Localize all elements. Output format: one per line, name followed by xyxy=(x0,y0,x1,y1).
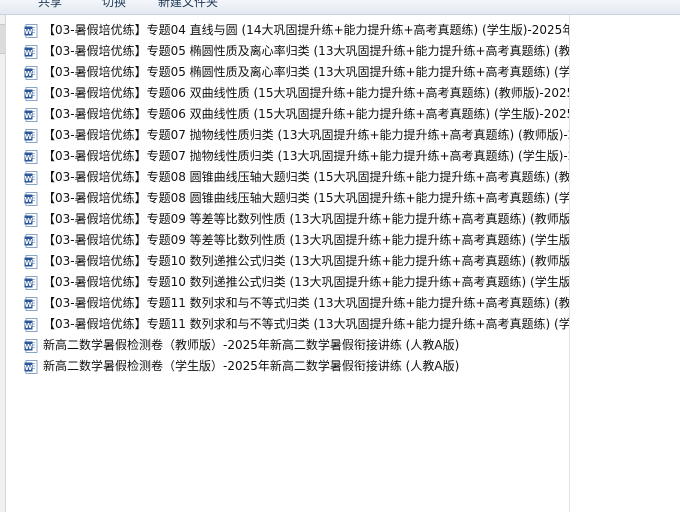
svg-text:W: W xyxy=(25,343,33,351)
svg-text:W: W xyxy=(25,280,33,288)
file-item[interactable]: W 【03-暑假培优练】专题06 双曲线性质 (15大巩固提升练+能力提升练+高… xyxy=(24,103,569,124)
word-document-icon: W xyxy=(24,338,38,353)
file-name: 【03-暑假培优练】专题10 数列递推公式归类 (13大巩固提升练+能力提升练+… xyxy=(43,254,569,268)
new-folder-tab[interactable]: 新建文件夹 xyxy=(158,0,218,10)
word-document-icon: W xyxy=(24,191,38,206)
file-item[interactable]: W 新高二数学暑假检测卷（学生版）-2025年新高二数学暑假衔接讲练 (人教A版… xyxy=(24,355,569,376)
word-document-icon: W xyxy=(24,170,38,185)
word-document-icon: W xyxy=(24,359,38,374)
svg-text:W: W xyxy=(25,196,33,204)
svg-text:W: W xyxy=(25,91,33,99)
file-item[interactable]: W 【03-暑假培优练】专题09 等差等比数列性质 (13大巩固提升练+能力提升… xyxy=(24,208,569,229)
file-item[interactable]: W 【03-暑假培优练】专题06 双曲线性质 (15大巩固提升练+能力提升练+高… xyxy=(24,82,569,103)
file-name: 【03-暑假培优练】专题07 抛物线性质归类 (13大巩固提升练+能力提升练+高… xyxy=(43,149,569,163)
file-name: 【03-暑假培优练】专题04 直线与圆 (14大巩固提升练+能力提升练+高考真题… xyxy=(43,23,569,37)
file-name: 【03-暑假培优练】专题07 抛物线性质归类 (13大巩固提升练+能力提升练+高… xyxy=(43,128,569,142)
file-item[interactable]: W 【03-暑假培优练】专题05 椭圆性质及离心率归类 (13大巩固提升练+能力… xyxy=(24,61,569,82)
switch-tab[interactable]: 切换 xyxy=(102,0,126,10)
word-document-icon: W xyxy=(24,86,38,101)
word-document-icon: W xyxy=(24,23,38,38)
splitter-handle[interactable] xyxy=(0,24,5,54)
word-document-icon: W xyxy=(24,65,38,80)
svg-text:W: W xyxy=(25,217,33,225)
file-name: 【03-暑假培优练】专题09 等差等比数列性质 (13大巩固提升练+能力提升练+… xyxy=(43,233,569,247)
svg-text:W: W xyxy=(25,133,33,141)
word-document-icon: W xyxy=(24,254,38,269)
file-item[interactable]: W 【03-暑假培优练】专题11 数列求和与不等式归类 (13大巩固提升练+能力… xyxy=(24,313,569,334)
file-item[interactable]: W 【03-暑假培优练】专题08 圆锥曲线压轴大题归类 (15大巩固提升练+能力… xyxy=(24,187,569,208)
file-name: 【03-暑假培优练】专题11 数列求和与不等式归类 (13大巩固提升练+能力提升… xyxy=(43,296,569,310)
file-item[interactable]: W 【03-暑假培优练】专题09 等差等比数列性质 (13大巩固提升练+能力提升… xyxy=(24,229,569,250)
file-name: 新高二数学暑假检测卷（教师版）-2025年新高二数学暑假衔接讲练 (人教A版) xyxy=(43,338,460,352)
word-document-icon: W xyxy=(24,44,38,59)
share-tab[interactable]: 共享 xyxy=(38,0,62,10)
file-list-pane[interactable]: W 【03-暑假培优练】专题04 直线与圆 (14大巩固提升练+能力提升练+高考… xyxy=(6,15,569,512)
file-item[interactable]: W 【03-暑假培优练】专题08 圆锥曲线压轴大题归类 (15大巩固提升练+能力… xyxy=(24,166,569,187)
file-name: 新高二数学暑假检测卷（学生版）-2025年新高二数学暑假衔接讲练 (人教A版) xyxy=(43,359,460,373)
file-item[interactable]: W 【03-暑假培优练】专题07 抛物线性质归类 (13大巩固提升练+能力提升练… xyxy=(24,124,569,145)
file-name: 【03-暑假培优练】专题08 圆锥曲线压轴大题归类 (15大巩固提升练+能力提升… xyxy=(43,170,569,184)
svg-text:W: W xyxy=(25,70,33,78)
file-item[interactable]: W 【03-暑假培优练】专题11 数列求和与不等式归类 (13大巩固提升练+能力… xyxy=(24,292,569,313)
word-document-icon: W xyxy=(24,149,38,164)
word-document-icon: W xyxy=(24,296,38,311)
word-document-icon: W xyxy=(24,107,38,122)
word-document-icon: W xyxy=(24,128,38,143)
file-name: 【03-暑假培优练】专题06 双曲线性质 (15大巩固提升练+能力提升练+高考真… xyxy=(43,86,569,100)
svg-text:W: W xyxy=(25,322,33,330)
svg-text:W: W xyxy=(25,28,33,36)
svg-text:W: W xyxy=(25,301,33,309)
ribbon-toolbar: 共享 切换 新建文件夹 xyxy=(0,0,680,15)
file-item[interactable]: W 【03-暑假培优练】专题04 直线与圆 (14大巩固提升练+能力提升练+高考… xyxy=(24,19,569,40)
svg-text:W: W xyxy=(25,259,33,267)
svg-text:W: W xyxy=(25,112,33,120)
file-item[interactable]: W 【03-暑假培优练】专题05 椭圆性质及离心率归类 (13大巩固提升练+能力… xyxy=(24,40,569,61)
file-name: 【03-暑假培优练】专题05 椭圆性质及离心率归类 (13大巩固提升练+能力提升… xyxy=(43,65,569,79)
file-name: 【03-暑假培优练】专题09 等差等比数列性质 (13大巩固提升练+能力提升练+… xyxy=(43,212,569,226)
file-item[interactable]: W 【03-暑假培优练】专题07 抛物线性质归类 (13大巩固提升练+能力提升练… xyxy=(24,145,569,166)
file-explorer-window: 共享 切换 新建文件夹 W 【03-暑假培优练】专题04 直线与圆 (14大巩固… xyxy=(0,0,680,512)
word-document-icon: W xyxy=(24,275,38,290)
file-name: 【03-暑假培优练】专题05 椭圆性质及离心率归类 (13大巩固提升练+能力提升… xyxy=(43,44,569,58)
file-name: 【03-暑假培优练】专题10 数列递推公式归类 (13大巩固提升练+能力提升练+… xyxy=(43,275,569,289)
file-list: W 【03-暑假培优练】专题04 直线与圆 (14大巩固提升练+能力提升练+高考… xyxy=(24,19,569,376)
word-document-icon: W xyxy=(24,233,38,248)
svg-text:W: W xyxy=(25,154,33,162)
file-name: 【03-暑假培优练】专题08 圆锥曲线压轴大题归类 (15大巩固提升练+能力提升… xyxy=(43,191,569,205)
file-item[interactable]: W 新高二数学暑假检测卷（教师版）-2025年新高二数学暑假衔接讲练 (人教A版… xyxy=(24,334,569,355)
details-pane xyxy=(570,15,680,512)
svg-text:W: W xyxy=(25,49,33,57)
word-document-icon: W xyxy=(24,212,38,227)
svg-text:W: W xyxy=(25,175,33,183)
svg-text:W: W xyxy=(25,238,33,246)
file-item[interactable]: W 【03-暑假培优练】专题10 数列递推公式归类 (13大巩固提升练+能力提升… xyxy=(24,271,569,292)
file-name: 【03-暑假培优练】专题11 数列求和与不等式归类 (13大巩固提升练+能力提升… xyxy=(43,317,569,331)
file-item[interactable]: W 【03-暑假培优练】专题10 数列递推公式归类 (13大巩固提升练+能力提升… xyxy=(24,250,569,271)
word-document-icon: W xyxy=(24,317,38,332)
svg-text:W: W xyxy=(25,364,33,372)
file-name: 【03-暑假培优练】专题06 双曲线性质 (15大巩固提升练+能力提升练+高考真… xyxy=(43,107,569,121)
